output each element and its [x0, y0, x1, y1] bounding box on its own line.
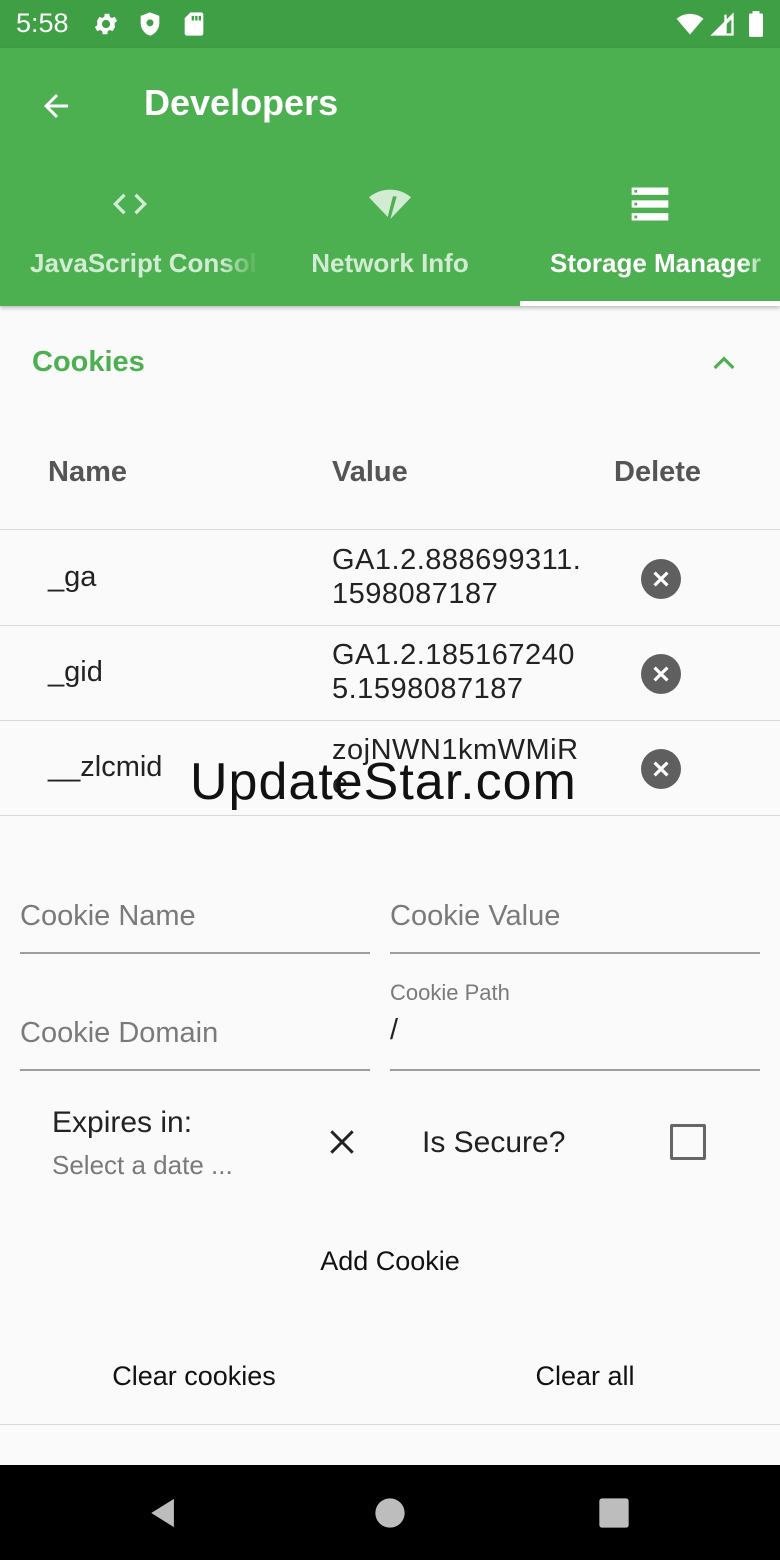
app-bar: Developers JavaScript Console Network In… [0, 48, 780, 306]
shield-icon [140, 12, 160, 36]
settings-icon [94, 13, 118, 35]
delete-cookie-button[interactable] [641, 654, 681, 694]
storage-icon [631, 187, 669, 221]
cookie-name-placeholder: Cookie Name [20, 900, 196, 932]
secure-checkbox[interactable] [670, 1124, 706, 1160]
cookie-value-input[interactable]: Cookie Value [390, 870, 760, 954]
nav-recents-icon [599, 1498, 629, 1528]
table-row: _gid GA1.2.1851672405.1598087187 [0, 626, 780, 721]
collapse-button[interactable] [698, 340, 750, 388]
cookie-value-cell: GA1.2.888699311.1598087187 [332, 544, 582, 610]
cookie-name-input[interactable]: Cookie Name [20, 870, 370, 954]
wifi-icon [368, 189, 412, 221]
tab-indicator [520, 301, 780, 306]
nav-home-button[interactable] [364, 1487, 416, 1539]
battery-icon [749, 11, 763, 37]
cookie-name-cell: _ga [48, 561, 97, 593]
column-header-name: Name [48, 456, 127, 488]
close-icon [330, 1130, 354, 1154]
tab-label: Network Info [311, 248, 469, 278]
column-header-value: Value [332, 456, 408, 488]
chevron-up-icon [713, 356, 735, 370]
delete-cookie-button[interactable] [641, 559, 681, 599]
cookie-domain-placeholder: Cookie Domain [20, 1017, 219, 1049]
close-icon [653, 761, 669, 777]
watermark: UpdateStar.com [190, 753, 577, 811]
divider [0, 815, 780, 816]
cookies-table-header: Name Value Delete [0, 420, 780, 530]
clear-cookies-button[interactable]: Clear cookies [74, 1361, 314, 1392]
clear-all-button[interactable]: Clear all [490, 1361, 680, 1392]
back-button[interactable] [28, 78, 84, 134]
cookie-path-label: Cookie Path [390, 980, 510, 1005]
cookie-value-placeholder: Cookie Value [390, 900, 561, 932]
expires-date-picker[interactable]: Select a date ... [52, 1150, 233, 1181]
status-bar: 5:58 [0, 0, 780, 48]
tab-label: JavaScript Console [30, 248, 260, 278]
cookies-section-title: Cookies [32, 346, 145, 378]
delete-cookie-button[interactable] [641, 749, 681, 789]
divider [0, 1424, 780, 1425]
cell-signal-icon [710, 12, 734, 36]
close-icon [653, 571, 669, 587]
column-header-delete: Delete [614, 456, 702, 488]
cookie-domain-input[interactable]: Cookie Domain [20, 987, 370, 1071]
nav-back-button[interactable] [138, 1487, 190, 1539]
cookie-name-cell: _gid [48, 656, 103, 688]
nav-recents-button[interactable] [588, 1487, 640, 1539]
cookie-value-cell: GA1.2.1851672405.1598087187 [332, 639, 575, 705]
page-title: Developers [144, 82, 339, 123]
cookie-path-value: / [390, 1014, 399, 1046]
clear-date-button[interactable] [318, 1118, 366, 1166]
code-icon [112, 193, 148, 215]
secure-label: Is Secure? [422, 1126, 566, 1159]
expires-label: Expires in: [52, 1106, 193, 1139]
status-time: 5:58 [16, 8, 69, 38]
wifi-signal-icon [676, 13, 704, 35]
arrow-back-icon [44, 94, 68, 118]
table-row: _ga GA1.2.888699311.1598087187 [0, 531, 780, 626]
close-icon [653, 666, 669, 682]
add-cookie-button[interactable]: Add Cookie [290, 1246, 490, 1277]
cookie-name-cell: __zlcmid [48, 751, 163, 783]
nav-back-icon [151, 1498, 174, 1528]
system-navigation-bar [0, 1465, 780, 1560]
tab-javascript-console[interactable]: JavaScript Console [0, 168, 260, 306]
sd-card-icon [184, 12, 204, 36]
tab-label: Storage Manager [550, 248, 761, 278]
cookie-path-input[interactable]: Cookie Path / [390, 970, 760, 1071]
nav-home-icon [375, 1498, 405, 1528]
tab-network-info[interactable]: Network Info [260, 168, 520, 306]
tab-storage-manager[interactable]: Storage Manager [520, 168, 780, 306]
